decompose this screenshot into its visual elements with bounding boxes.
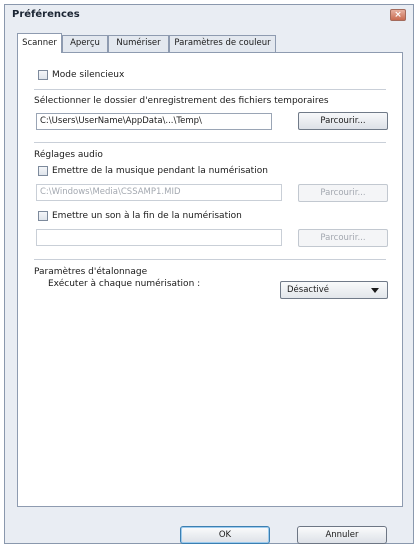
temp-folder-path-field[interactable]: C:\Users\UserName\AppData\...\Temp\ xyxy=(36,113,272,130)
tab-apercu[interactable]: Aperçu xyxy=(62,35,108,52)
calibration-select[interactable]: Désactivé xyxy=(280,281,388,299)
chevron-down-icon xyxy=(371,288,379,293)
end-sound-browse-button: Parcourir... xyxy=(298,229,388,247)
music-path-field: C:\Windows\Media\CSSAMP1.MID xyxy=(36,184,282,201)
tab-parametres-couleur[interactable]: Paramètres de couleur xyxy=(169,35,276,52)
divider xyxy=(34,259,386,260)
music-browse-button: Parcourir... xyxy=(298,184,388,202)
end-sound-path-field xyxy=(36,229,282,246)
tab-numeriser[interactable]: Numériser xyxy=(108,35,169,52)
divider xyxy=(34,89,386,90)
scanner-panel: Mode silencieux Sélectionner le dossier … xyxy=(17,52,403,507)
preferences-dialog: Préférences × Scanner Aperçu Numériser P… xyxy=(4,4,414,544)
temp-folder-browse-button[interactable]: Parcourir... xyxy=(298,112,388,130)
silent-mode-label: Mode silencieux xyxy=(52,70,125,80)
close-icon: × xyxy=(394,10,402,20)
silent-mode-checkbox[interactable] xyxy=(38,70,48,80)
dialog-title: Préférences xyxy=(12,9,80,20)
cancel-button[interactable]: Annuler xyxy=(297,526,387,544)
close-button[interactable]: × xyxy=(390,9,406,21)
temp-folder-label: Sélectionner le dossier d'enregistrement… xyxy=(34,96,329,106)
divider xyxy=(34,142,386,143)
calibration-run-label: Exécuter à chaque numérisation : xyxy=(48,279,201,289)
end-sound-label: Emettre un son à la fin de la numérisati… xyxy=(52,211,242,221)
end-sound-checkbox[interactable] xyxy=(38,211,48,221)
music-label: Emettre de la musique pendant la numéris… xyxy=(52,166,268,176)
calibration-heading: Paramètres d'étalonnage xyxy=(34,267,148,277)
music-checkbox[interactable] xyxy=(38,166,48,176)
ok-button[interactable]: OK xyxy=(180,526,270,544)
calibration-selected-value: Désactivé xyxy=(287,285,330,295)
audio-settings-heading: Réglages audio xyxy=(34,150,103,160)
tab-scanner[interactable]: Scanner xyxy=(17,33,62,53)
